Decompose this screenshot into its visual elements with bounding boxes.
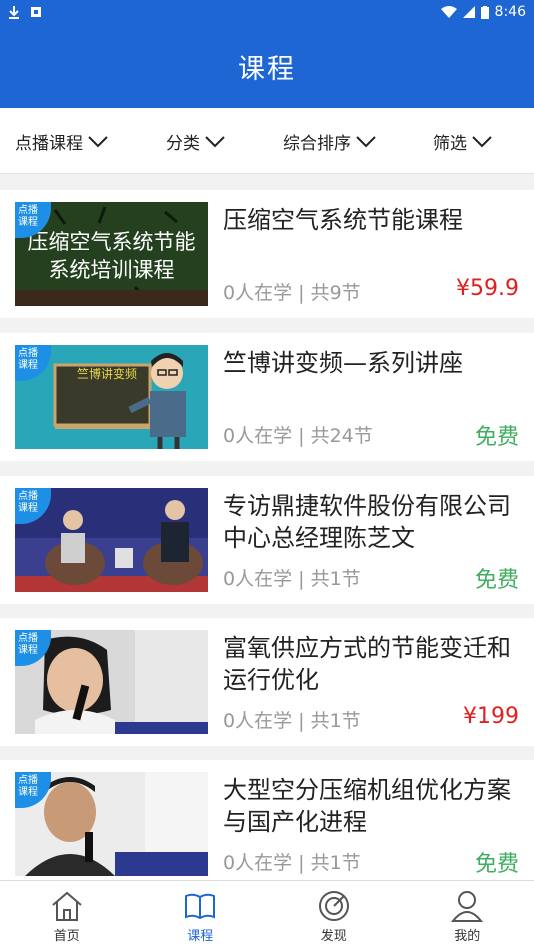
course-thumbnail: 点播 课程 竺博讲变频: [15, 345, 208, 449]
chevron-down-icon: [205, 135, 225, 147]
course-price: ¥199: [463, 704, 519, 729]
filter-label: 点播课程: [15, 134, 83, 154]
filter-label: 分类: [166, 134, 200, 154]
filter-label: 综合排序: [283, 134, 351, 154]
course-item[interactable]: 点播 课程 压缩空气系统节能 系统培训课程 压缩空气系统节能课程 0人在学 | 共…: [0, 190, 534, 318]
course-item[interactable]: 点播 课程 专访鼎捷软件股份有限公司中心总经理陈芝文 0人在学 | 共1节 免费: [0, 476, 534, 604]
course-meta: 0人在学 | 共1节: [223, 852, 361, 874]
course-item[interactable]: 点播 课程 竺博讲变频 竺博讲变频—系列讲座 0人在学 | 共24节 免费: [0, 333, 534, 461]
home-icon: [52, 891, 82, 921]
tab-courses[interactable]: 课程: [134, 881, 268, 950]
course-thumbnail: 点播 课程: [15, 488, 208, 592]
battery-icon: [480, 5, 489, 19]
course-title: 大型空分压缩机组优化方案与国产化进程: [223, 776, 511, 836]
tab-label: 我的: [454, 929, 481, 944]
tab-label: 发现: [320, 929, 347, 944]
course-price: 免费: [474, 852, 519, 877]
course-item[interactable]: 点播 课程 大型空分压缩机组优化方案与国产化进程 0人在学 | 共1节 免费: [0, 760, 534, 888]
signal-icon: [462, 6, 475, 18]
wifi-icon: [440, 6, 457, 18]
course-title: 竺博讲变频—系列讲座: [223, 349, 463, 377]
download-icon: [9, 6, 19, 19]
filter-category[interactable]: 分类: [166, 129, 225, 154]
course-item[interactable]: 点播 课程 富氧供应方式的节能变迁和运行优化 0人在学 | 共1节 ¥199: [0, 618, 534, 746]
tab-discover[interactable]: 发现: [267, 881, 401, 950]
filter-bar: 点播课程 分类 综合排序 筛选: [0, 108, 534, 174]
bottom-tab-bar: 首页 课程 发现 我的: [0, 880, 534, 950]
course-thumbnail: 点播 课程 压缩空气系统节能 系统培训课程: [15, 202, 208, 306]
tab-label: 课程: [187, 929, 214, 944]
thumbnail-text: 压缩空气系统节能 系统培训课程: [27, 230, 196, 282]
course-meta: 0人在学 | 共24节: [223, 425, 373, 447]
tab-mine[interactable]: 我的: [401, 881, 534, 950]
tab-home[interactable]: 首页: [0, 881, 134, 950]
course-price: 免费: [474, 425, 519, 450]
course-meta: 0人在学 | 共9节: [223, 282, 361, 304]
course-price: ¥59.9: [456, 276, 519, 301]
chevron-down-icon: [472, 135, 492, 147]
discover-icon: [318, 891, 349, 921]
app-header: 课程: [0, 24, 534, 108]
notification-app-icon: [31, 7, 41, 17]
course-meta: 0人在学 | 共1节: [223, 710, 361, 732]
filter-sort[interactable]: 综合排序: [283, 129, 376, 154]
status-time: 8:46: [494, 4, 526, 20]
chevron-down-icon: [356, 135, 376, 147]
user-icon: [451, 891, 484, 922]
course-title: 专访鼎捷软件股份有限公司中心总经理陈芝文: [223, 492, 511, 552]
tab-label: 首页: [53, 929, 80, 944]
filter-screen[interactable]: 筛选: [433, 129, 492, 154]
filter-course-type[interactable]: 点播课程: [15, 129, 108, 154]
page-title: 课程: [238, 53, 296, 85]
board-text: 竺博讲变频: [77, 367, 138, 381]
chevron-down-icon: [88, 135, 108, 147]
status-bar: 8:46: [0, 0, 534, 24]
course-title: 压缩空气系统节能课程: [223, 206, 463, 234]
course-thumbnail: 点播 课程: [15, 630, 208, 734]
course-thumbnail: 点播 课程: [15, 772, 208, 876]
course-meta: 0人在学 | 共1节: [223, 568, 361, 590]
book-icon: [185, 893, 216, 920]
course-price: 免费: [474, 568, 519, 593]
course-title: 富氧供应方式的节能变迁和运行优化: [223, 634, 511, 694]
filter-label: 筛选: [433, 134, 467, 154]
